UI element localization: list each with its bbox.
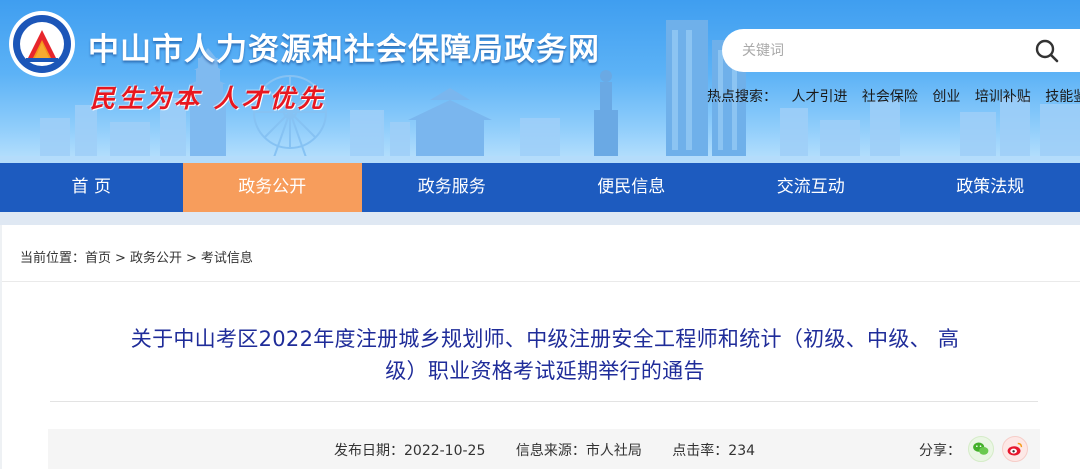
article-title-line-2: 级）职业资格考试延期举行的通告 [385,359,705,383]
breadcrumb-separator: > [185,251,197,266]
share-label: 分享： [919,443,961,459]
nav-item-gov-services[interactable]: 政务服务 [362,163,542,212]
article-title-line-1: 关于中山考区2022年度注册城乡规划师、中级注册安全工程师和统计（初级、中级、 … [130,327,960,351]
main-content: 当前位置：首页 > 政务公开 > 考试信息 关于中山考区2022年度注册城乡规划师、中级… [2,225,1080,469]
hot-search-link-entrepreneurship[interactable]: 创业 [932,89,960,105]
nav-item-public-info[interactable]: 便民信息 [542,163,722,212]
breadcrumb-gov-affairs-open[interactable]: 政务公开 [130,251,182,266]
hot-search-bar: 热点搜索： 人才引进 社会保险 创业 培训补贴 技能鉴定 [707,86,1080,106]
nav-item-gov-affairs-open[interactable]: 政务公开 [182,163,362,212]
slogan: 民生为本 人才优先 [90,84,326,113]
publish-date: 发布日期：2022-10-25 [334,443,486,459]
article-meta: 发布日期：2022-10-25 信息来源：市人社局 点击率：234 [334,440,781,460]
info-source: 信息来源：市人社局 [515,443,642,459]
hot-search-label: 热点搜索： [707,89,777,105]
title-divider [50,401,1038,402]
hot-search-link-skill-appraisal[interactable]: 技能鉴定 [1045,89,1080,105]
bureau-logo [9,11,75,77]
hot-search-link-social-insurance[interactable]: 社会保险 [862,89,918,105]
nav-item-policies[interactable]: 政策法规 [901,163,1080,212]
nav-item-interaction[interactable]: 交流互动 [721,163,901,212]
wechat-share-icon[interactable] [968,436,994,462]
breadcrumb-home[interactable]: 首页 [85,251,111,266]
nav-item-home[interactable]: 首 页 [0,163,183,212]
site-header: 中山市人力资源和社会保障局政务网 民生为本 人才优先 热点搜索： 人才引进 社会… [0,0,1080,163]
search-input[interactable] [742,29,1022,72]
breadcrumb-separator: > [115,251,126,266]
article-meta-bar: 发布日期：2022-10-25 信息来源：市人社局 点击率：234 分享： [48,429,1040,469]
breadcrumb: 当前位置：首页 > 政务公开 > 考试信息 [20,247,253,266]
breadcrumb-prefix: 当前位置： [20,251,86,266]
site-title: 中山市人力资源和社会保障局政务网 [88,32,600,68]
hot-search-link-training-subsidy[interactable]: 培训补贴 [975,89,1031,105]
nav-underlay-stripe [0,212,1080,225]
article-title: 关于中山考区2022年度注册城乡规划师、中级注册安全工程师和统计（初级、中级、 … [50,323,1040,387]
weibo-share-icon[interactable] [1002,436,1028,462]
breadcrumb-exam-info[interactable]: 考试信息 [201,251,253,266]
search-icon[interactable] [1034,38,1060,64]
main-nav: 首 页 政务公开 政务服务 便民信息 交流互动 政策法规 [0,163,1080,212]
breadcrumb-divider [2,281,1080,282]
click-count: 点击率：234 [672,443,756,459]
search-box [722,29,1080,72]
hot-search-link-talent[interactable]: 人才引进 [791,89,847,105]
